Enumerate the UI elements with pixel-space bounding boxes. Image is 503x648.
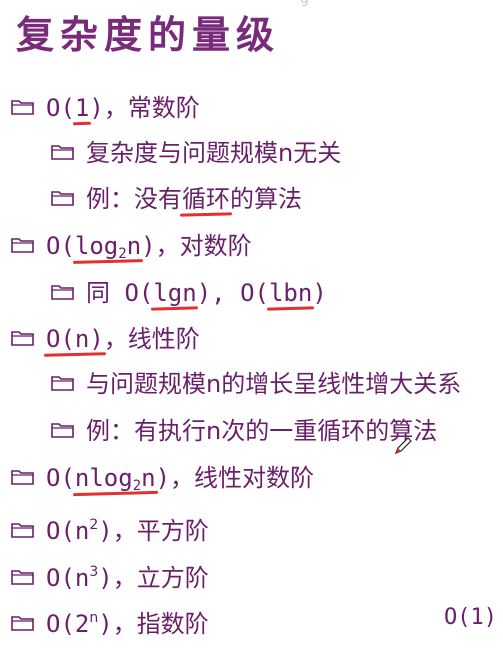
- subitem-text: 例：没有: [86, 185, 182, 213]
- complexity-close: ): [141, 232, 156, 260]
- complexity-desc: ，指数阶: [112, 610, 209, 638]
- complexity-notation: O(n: [46, 564, 90, 592]
- complexity-arg-n: n: [126, 232, 142, 260]
- underlined-word: 循环: [182, 185, 230, 213]
- complexity-desc: ，线性对数阶: [170, 464, 315, 492]
- faint-header-text: g: [300, 0, 309, 7]
- subitem-text-end: ): [312, 279, 327, 307]
- complexity-close: ): [89, 94, 104, 122]
- list-item-nlog: O(nlog2n)，线性对数阶: [10, 461, 314, 495]
- exponent: 3: [89, 564, 99, 580]
- list-item-o1: O(1)，常数阶: [10, 91, 200, 125]
- complexity-arg: 1: [74, 94, 90, 122]
- complexity-notation: O(: [46, 232, 75, 260]
- folder-icon: [50, 420, 76, 440]
- list-subitem: 复杂度与问题规模n无关: [50, 136, 341, 170]
- complexity-close: ): [98, 564, 113, 592]
- complexity-desc: ，常数阶: [103, 94, 200, 122]
- folder-icon: [10, 97, 36, 117]
- log-base: 2: [118, 246, 127, 262]
- complexity-arg-n: n: [141, 464, 156, 492]
- complexity-notation: O(: [46, 94, 75, 122]
- exponent: n: [89, 610, 99, 626]
- folder-icon: [10, 567, 36, 587]
- log-base: 2: [132, 478, 142, 494]
- list-subitem: 例：没有循环的算法: [50, 182, 302, 216]
- complexity-notation: O(2: [46, 610, 90, 638]
- complexity-close: ): [98, 517, 113, 545]
- list-item-exp: O(2n)，指数阶: [10, 601, 209, 638]
- page-title: 复杂度的量级: [16, 12, 281, 57]
- complexity-notation: O(n: [46, 517, 90, 545]
- complexity-desc: ，立方阶: [112, 564, 209, 592]
- subitem-text: 与问题规模n的增长呈线性增大关系: [86, 370, 462, 398]
- list-subitem: 同 O(lgn), O(lbn): [50, 276, 327, 310]
- folder-icon: [10, 520, 36, 540]
- list-item-log: O(log2n)，对数阶: [10, 229, 252, 263]
- complexity-arg: n: [74, 325, 90, 353]
- subitem-text: 复杂度与问题规模n无关: [86, 139, 342, 167]
- complexity-notation: O(: [46, 464, 75, 492]
- folder-icon: [10, 467, 36, 487]
- pen-cursor-icon: [394, 437, 412, 455]
- folder-icon: [10, 328, 36, 348]
- subitem-text: 同 O(: [86, 279, 154, 307]
- list-item-n3: O(n3)，立方阶: [10, 555, 209, 592]
- folder-icon: [50, 188, 76, 208]
- underlined-lgn: lgn: [153, 279, 197, 307]
- complexity-close: ): [155, 464, 171, 492]
- folder-icon: [50, 282, 76, 302]
- list-subitem: 例：有执行n次的一重循环的算法: [50, 414, 437, 448]
- subitem-text: 例：有执行n次的一重循环的算法: [86, 417, 438, 445]
- complexity-close: ): [98, 610, 113, 638]
- list-item-on: O(n)，线性阶: [10, 322, 200, 356]
- folder-icon: [50, 373, 76, 393]
- list-subitem: 与问题规模n的增长呈线性增大关系: [50, 367, 461, 401]
- folder-icon: [10, 235, 36, 255]
- complexity-desc: ，平方阶: [112, 517, 209, 545]
- complexity-desc: ，对数阶: [155, 232, 252, 260]
- complexity-desc: ，线性阶: [103, 325, 200, 353]
- list-item-n2: O(n2)，平方阶: [10, 508, 209, 545]
- complexity-arg: nlog: [74, 464, 133, 492]
- exponent: 2: [89, 517, 99, 533]
- complexity-arg: log: [74, 232, 119, 260]
- complexity-notation: O(: [46, 325, 75, 353]
- folder-icon: [50, 142, 76, 162]
- complexity-close: ): [89, 325, 104, 353]
- underlined-lbn: lbn: [268, 279, 313, 307]
- folder-icon: [10, 613, 36, 633]
- side-label: O(1): [444, 605, 497, 630]
- subitem-text-end: 的算法: [230, 185, 302, 213]
- subitem-text-mid: ), O(: [196, 279, 269, 307]
